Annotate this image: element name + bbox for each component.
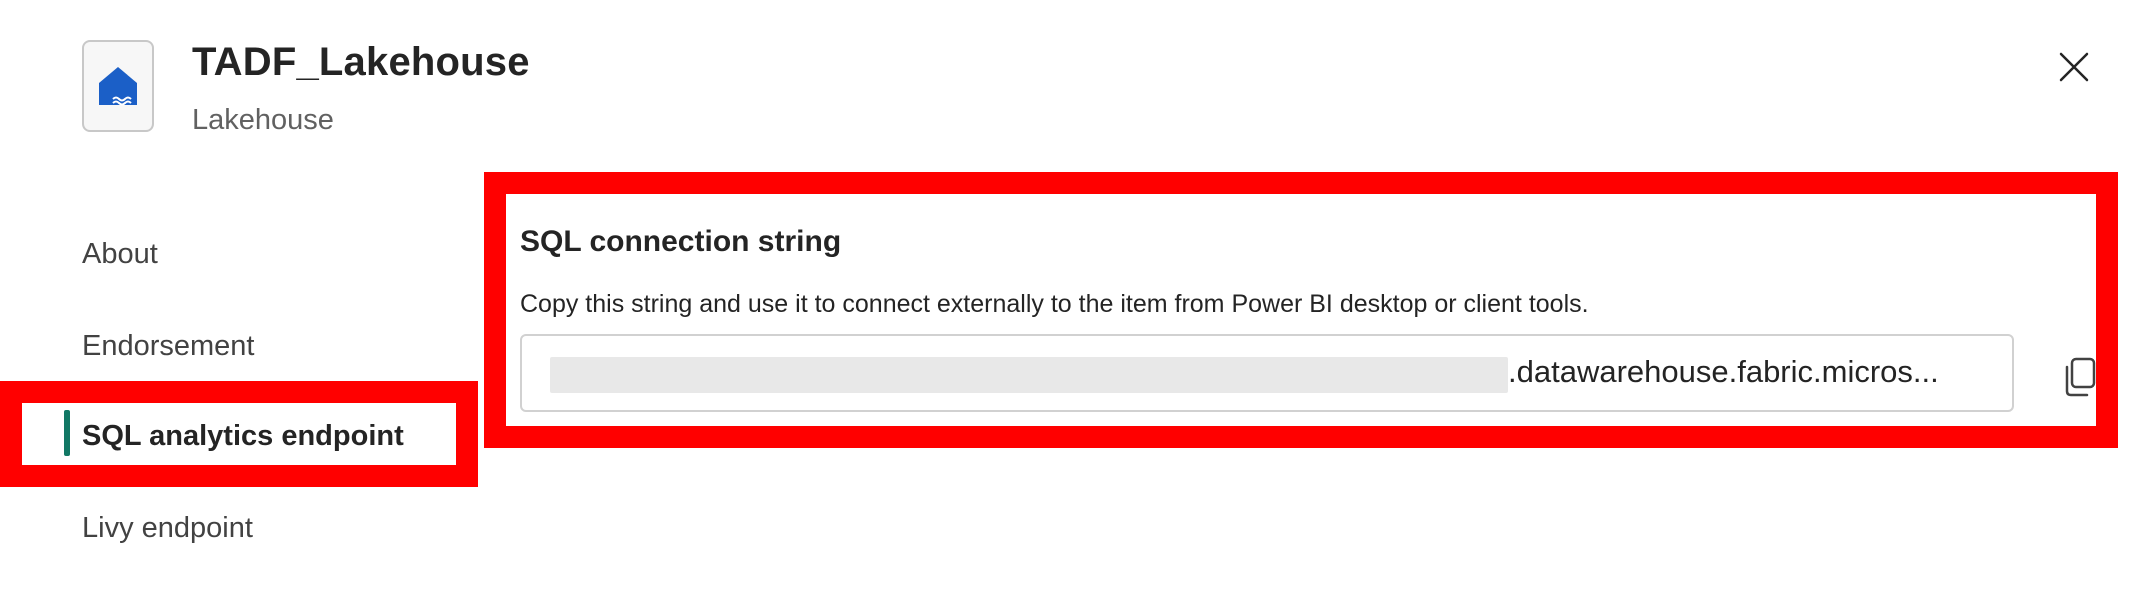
- copy-icon: [2065, 357, 2096, 397]
- page-subtitle: Lakehouse: [192, 104, 334, 136]
- sidebar-item-about[interactable]: About: [82, 238, 158, 271]
- section-title: SQL connection string: [520, 225, 842, 258]
- section-description: Copy this string and use it to connect e…: [520, 290, 1589, 318]
- connection-string-field[interactable]: .datawarehouse.fabric.micros...: [520, 334, 2014, 412]
- active-indicator: [64, 410, 70, 456]
- sidebar-item-sql-analytics-endpoint[interactable]: SQL analytics endpoint: [82, 420, 404, 453]
- close-button[interactable]: [2051, 44, 2097, 90]
- page-title: TADF_Lakehouse: [192, 40, 530, 84]
- lakehouse-icon: [82, 40, 154, 132]
- sidebar-item-livy-endpoint[interactable]: Livy endpoint: [82, 512, 253, 545]
- copy-button[interactable]: [2062, 356, 2098, 398]
- sidebar-item-endorsement[interactable]: Endorsement: [82, 330, 255, 363]
- connection-string-text: .datawarehouse.fabric.micros...: [1508, 354, 1939, 389]
- close-icon: [2059, 52, 2089, 82]
- redacted-text: [550, 357, 1508, 393]
